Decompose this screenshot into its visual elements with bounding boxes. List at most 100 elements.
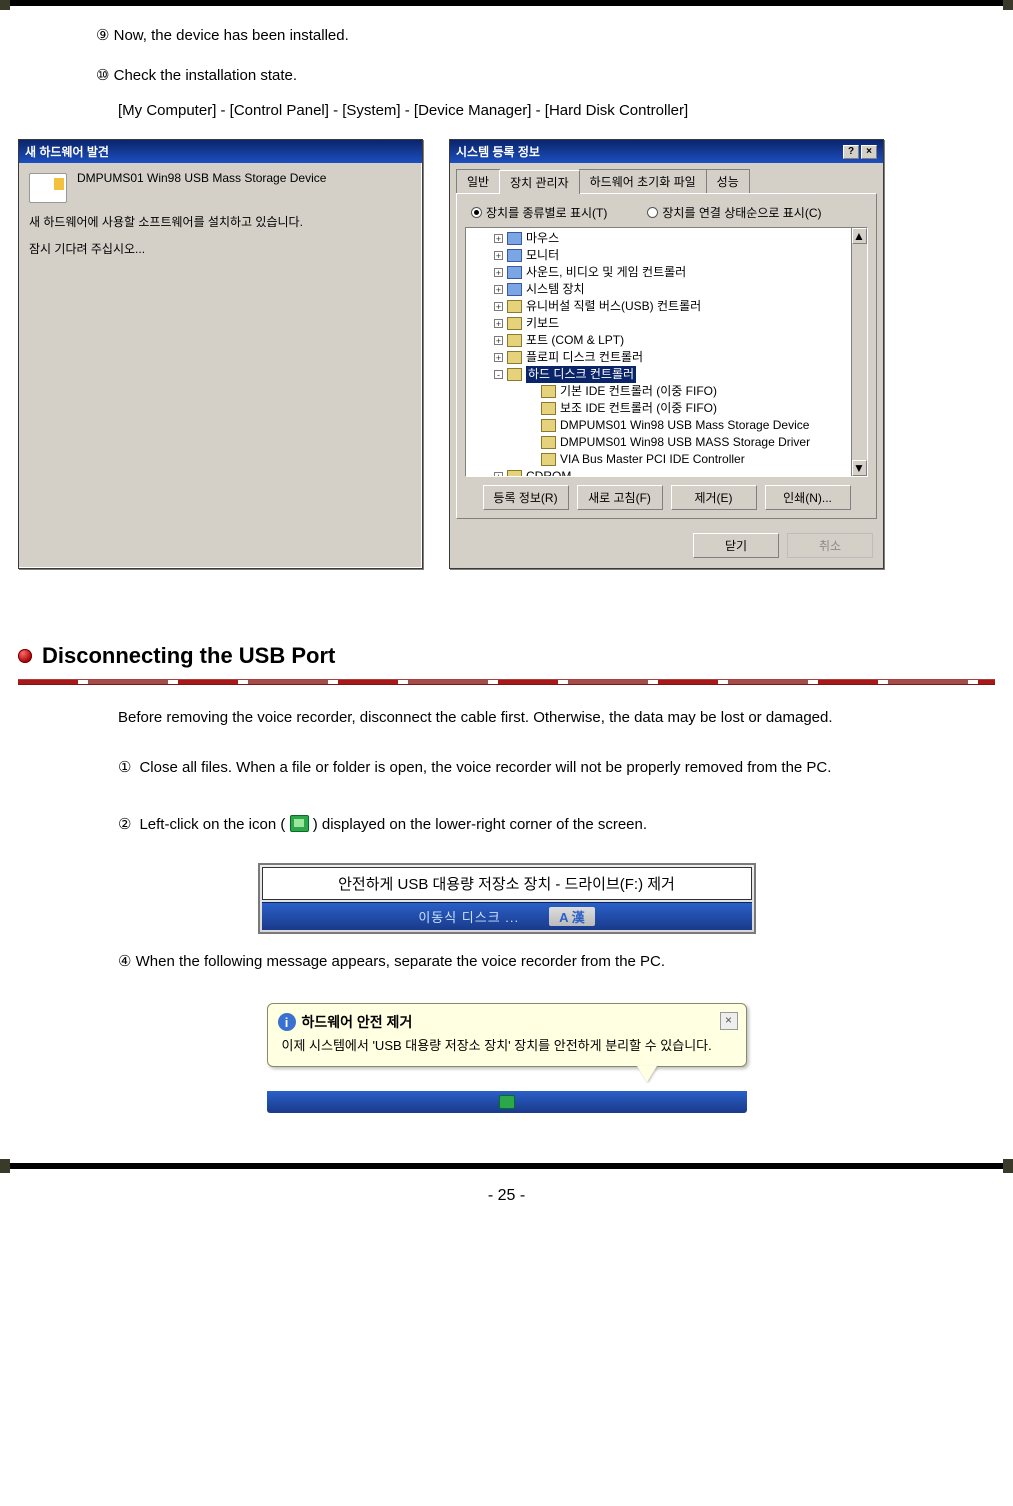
page-top-rule — [0, 0, 1013, 6]
tree-item[interactable]: +모니터 — [466, 247, 867, 264]
scroll-up-icon[interactable]: ▲ — [852, 228, 867, 244]
tray-safely-remove-icon — [499, 1095, 515, 1109]
cancel-button: 취소 — [787, 533, 873, 558]
device-icon — [507, 232, 522, 245]
step-2-text-b: ) displayed on the lower-right corner of… — [313, 816, 647, 833]
balloon-close-button[interactable]: × — [720, 1012, 738, 1030]
tab-hardware-profiles[interactable]: 하드웨어 초기화 파일 — [579, 169, 707, 193]
tree-item-label: 플로피 디스크 컨트롤러 — [526, 349, 643, 366]
tree-item-label: DMPUMS01 Win98 USB Mass Storage Device — [560, 417, 809, 434]
expand-collapse-icon[interactable]: + — [494, 234, 503, 243]
step-1-text: Close all files. When a file or folder i… — [139, 752, 989, 784]
device-icon — [507, 470, 522, 477]
expand-collapse-icon[interactable]: + — [494, 319, 503, 328]
print-button[interactable]: 인쇄(N)... — [765, 485, 851, 510]
expand-collapse-icon[interactable]: - — [494, 370, 503, 379]
section-bullet-icon — [18, 649, 32, 663]
tree-item[interactable]: + CDROM — [466, 468, 867, 477]
device-icon — [541, 436, 556, 449]
tree-item-label: VIA Bus Master PCI IDE Controller — [560, 451, 745, 468]
scroll-down-icon[interactable]: ▼ — [852, 460, 867, 476]
titlebar-close-button[interactable]: × — [861, 145, 877, 159]
taskbar-item: 이동식 디스크 ... — [418, 907, 519, 926]
tree-item[interactable]: DMPUMS01 Win98 USB MASS Storage Driver — [466, 434, 867, 451]
tray-tooltip-screenshot: 안전하게 USB 대용량 저장소 장치 - 드라이브(F:) 제거 이동식 디스… — [258, 863, 756, 934]
tree-item[interactable]: + 키보드 — [466, 315, 867, 332]
tree-item[interactable]: + 마우스 — [466, 230, 867, 247]
tree-item[interactable]: + 시스템 장치 — [466, 281, 867, 298]
device-icon — [507, 283, 522, 296]
device-icon — [541, 419, 556, 432]
balloon-title: 하드웨어 안전 제거 — [302, 1012, 413, 1032]
dialog-new-hardware: 새 하드웨어 발견 DMPUMS01 Win98 USB Mass Storag… — [18, 139, 423, 569]
expand-collapse-icon[interactable]: + — [494, 472, 503, 477]
step-2-text: Left-click on the icon ( ) displayed on … — [139, 809, 989, 841]
device-icon — [507, 334, 522, 347]
expand-collapse-icon[interactable]: + — [494, 285, 503, 294]
info-icon: i — [278, 1013, 296, 1031]
tree-item[interactable]: - 하드 디스크 컨트롤러 — [466, 366, 867, 383]
step-9: ⑨ Now, the device has been installed. — [10, 20, 1003, 60]
tree-item[interactable]: 보조 IDE 컨트롤러 (이중 FIFO) — [466, 400, 867, 417]
step-1-number: ① — [118, 752, 131, 784]
tree-item[interactable]: VIA Bus Master PCI IDE Controller — [466, 451, 867, 468]
radio-view-by-type[interactable]: 장치를 종류별로 표시(T) — [471, 204, 607, 221]
tab-general[interactable]: 일반 — [456, 169, 500, 193]
tree-item-label: 시스템 장치 — [526, 281, 585, 298]
radio-icon — [647, 207, 658, 218]
tree-item-label: 하드 디스크 컨트롤러 — [526, 366, 636, 383]
refresh-button[interactable]: 새로 고침(F) — [577, 485, 663, 510]
device-name: DMPUMS01 Win98 USB Mass Storage Device — [77, 171, 326, 185]
install-msg-1: 새 하드웨어에 사용할 소프트웨어를 설치하고 있습니다. — [29, 213, 412, 230]
device-icon — [541, 453, 556, 466]
device-icon — [507, 368, 522, 381]
step-4-text: ④ When the following message appears, se… — [118, 946, 989, 978]
step-2-number: ② — [118, 809, 131, 841]
tree-item-label: CDROM — [526, 468, 571, 477]
device-icon — [507, 351, 522, 364]
step-10: ⑩ Check the installation state. — [10, 60, 1003, 100]
balloon-message: 이제 시스템에서 'USB 대용량 저장소 장치' 장치를 안전하게 분리할 수… — [278, 1032, 736, 1056]
dialog-system-properties: 시스템 등록 정보 ? × 일반 장치 관리자 하드웨어 초기화 파일 성능 — [449, 139, 884, 569]
step-2-text-a: Left-click on the icon ( — [139, 816, 285, 833]
properties-button[interactable]: 등록 정보(R) — [483, 485, 569, 510]
system-dialog-title: 시스템 등록 정보 — [456, 143, 540, 160]
expand-collapse-icon[interactable]: + — [494, 268, 503, 277]
balloon-tail-icon — [637, 1066, 657, 1082]
expand-collapse-icon[interactable]: + — [494, 302, 503, 311]
balloon-notification: i 하드웨어 안전 제거 × 이제 시스템에서 'USB 대용량 저장소 장치'… — [267, 1003, 747, 1067]
section-title: Disconnecting the USB Port — [42, 643, 335, 669]
radio-view-by-connection[interactable]: 장치를 연결 상태순으로 표시(C) — [647, 204, 821, 221]
ime-indicator: A 漢 — [549, 907, 595, 926]
device-icon — [507, 317, 522, 330]
step-10-path: [My Computer] - [Control Panel] - [Syste… — [10, 100, 1003, 129]
tab-device-manager[interactable]: 장치 관리자 — [499, 170, 580, 194]
tree-item[interactable]: +포트 (COM & LPT) — [466, 332, 867, 349]
tray-safely-remove-icon — [290, 815, 309, 832]
expand-collapse-icon[interactable]: + — [494, 251, 503, 260]
device-icon — [507, 300, 522, 313]
dialog-titlebar: 새 하드웨어 발견 — [19, 140, 422, 163]
tree-item-label: 보조 IDE 컨트롤러 (이중 FIFO) — [560, 400, 717, 417]
tree-item-label: 기본 IDE 컨트롤러 (이중 FIFO) — [560, 383, 717, 400]
titlebar-help-button[interactable]: ? — [843, 145, 859, 159]
radio-icon — [471, 207, 482, 218]
tree-item-label: 사운드, 비디오 및 게임 컨트롤러 — [526, 264, 686, 281]
expand-collapse-icon[interactable]: + — [494, 353, 503, 362]
tree-item[interactable]: DMPUMS01 Win98 USB Mass Storage Device — [466, 417, 867, 434]
tree-item[interactable]: +유니버설 직렬 버스(USB) 컨트롤러 — [466, 298, 867, 315]
radio-label-conn: 장치를 연결 상태순으로 표시(C) — [662, 204, 821, 221]
tree-item[interactable]: + 플로피 디스크 컨트롤러 — [466, 349, 867, 366]
remove-button[interactable]: 제거(E) — [671, 485, 757, 510]
close-button[interactable]: 닫기 — [693, 533, 779, 558]
tree-item-label: 키보드 — [526, 315, 559, 332]
expand-collapse-icon[interactable]: + — [494, 336, 503, 345]
tree-item[interactable]: 기본 IDE 컨트롤러 (이중 FIFO) — [466, 383, 867, 400]
disconnect-intro: Before removing the voice recorder, disc… — [10, 703, 1003, 748]
device-icon — [541, 385, 556, 398]
scrollbar[interactable]: ▲ ▼ — [851, 228, 867, 476]
tree-item-label: 마우스 — [526, 230, 559, 247]
tree-item[interactable]: + 사운드, 비디오 및 게임 컨트롤러 — [466, 264, 867, 281]
tab-performance[interactable]: 성능 — [706, 169, 750, 193]
device-tree[interactable]: +마우스+모니터+사운드, 비디오 및 게임 컨트롤러+시스템 장치+유니버설 … — [465, 227, 868, 477]
